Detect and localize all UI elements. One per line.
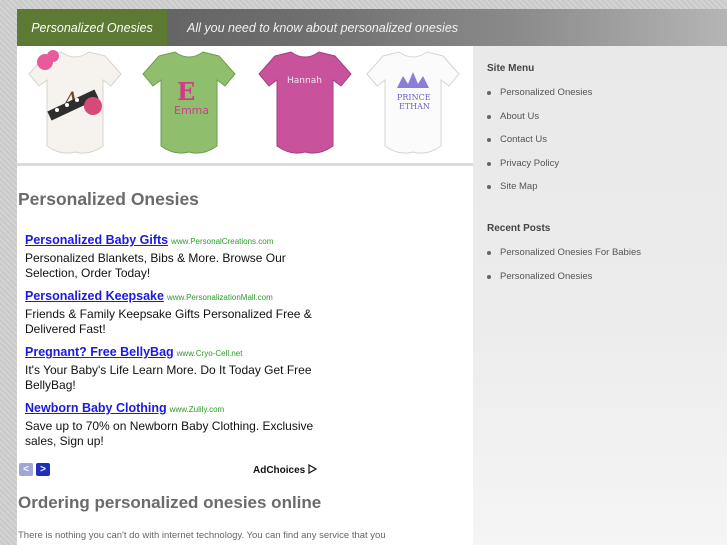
ad-url[interactable]: www.PersonalizationMall.com bbox=[167, 293, 273, 302]
ad-title-link[interactable]: Pregnant? Free BellyBag bbox=[25, 345, 174, 359]
onesie-pink-image: Hannah bbox=[258, 51, 352, 154]
page-title: Personalized Onesies bbox=[18, 189, 199, 209]
site-menu-item[interactable]: Contact Us bbox=[487, 133, 592, 157]
site-menu-list: Personalized Onesies About Us Contact Us… bbox=[487, 86, 592, 204]
article-paragraph: There is nothing you can't do with inter… bbox=[18, 530, 386, 541]
ad-prev-button[interactable]: < bbox=[19, 463, 33, 476]
ad-navigation: < > bbox=[19, 463, 50, 476]
site-tagline: All you need to know about personalized … bbox=[187, 20, 459, 35]
ad-block: Personalized Baby Gifts www.PersonalCreat… bbox=[25, 232, 325, 456]
site-menu-item[interactable]: Personalized Onesies bbox=[487, 86, 592, 110]
bullet-icon bbox=[487, 114, 491, 119]
adchoices-link[interactable]: AdChoices bbox=[253, 463, 318, 476]
recent-posts-heading: Recent Posts bbox=[487, 223, 551, 234]
onesie-white-bow-image: A bbox=[28, 50, 122, 154]
page: Personalized Onesies All you need to kno… bbox=[17, 9, 727, 545]
recent-post-item[interactable]: Personalized Onesies For Babies bbox=[487, 246, 641, 270]
header-banner-image: A E Emma Hannah PRINCE ETHAN bbox=[17, 46, 473, 166]
onesie-name-ethan: ETHAN bbox=[399, 102, 430, 111]
ad-next-button[interactable]: > bbox=[36, 463, 50, 476]
onesie-word-prince: PRINCE bbox=[397, 93, 431, 102]
site-menu-item[interactable]: Privacy Policy bbox=[487, 157, 592, 181]
ad-item: Pregnant? Free BellyBag www.Cryo-Cell.net… bbox=[25, 344, 325, 393]
ad-description: Personalized Blankets, Bibs & More. Brow… bbox=[25, 251, 286, 280]
ad-item: Personalized Baby Gifts www.PersonalCreat… bbox=[25, 232, 325, 281]
ad-title-link[interactable]: Personalized Keepsake bbox=[25, 289, 164, 303]
bullet-icon bbox=[487, 161, 491, 166]
ad-url[interactable]: www.PersonalCreations.com bbox=[171, 237, 273, 246]
ad-title-link[interactable]: Newborn Baby Clothing bbox=[25, 401, 167, 415]
bullet-icon bbox=[487, 91, 491, 95]
adchoices-icon bbox=[308, 463, 318, 475]
bullet-icon bbox=[487, 185, 491, 189]
ad-item: Personalized Keepsake www.Personalization… bbox=[25, 288, 325, 337]
ad-url[interactable]: www.Zulily.com bbox=[170, 405, 225, 414]
onesie-green-image: E Emma bbox=[142, 51, 236, 154]
bullet-icon bbox=[487, 274, 491, 279]
onesie-name-emma: Emma bbox=[174, 104, 209, 117]
onesie-white-crown-image: PRINCE ETHAN bbox=[366, 51, 460, 154]
onesie-letter-e: E bbox=[177, 77, 195, 106]
site-menu-item[interactable]: Site Map bbox=[487, 180, 592, 204]
site-title-link[interactable]: Personalized Onesies bbox=[17, 9, 167, 46]
onesie-name-hannah: Hannah bbox=[287, 76, 322, 86]
bullet-icon bbox=[487, 251, 491, 255]
bullet-icon bbox=[487, 138, 491, 142]
site-header: Personalized Onesies All you need to kno… bbox=[17, 9, 727, 46]
sidebar: Site Menu Personalized Onesies About Us … bbox=[473, 46, 727, 545]
ad-description: Save up to 70% on Newborn Baby Clothing.… bbox=[25, 419, 314, 448]
adchoices-label: AdChoices bbox=[253, 465, 306, 476]
ad-description: Friends & Family Keepsake Gifts Personal… bbox=[25, 307, 312, 336]
ad-description: It's Your Baby's Life Learn More. Do It … bbox=[25, 363, 312, 392]
recent-post-item[interactable]: Personalized Onesies bbox=[487, 270, 641, 294]
section-heading: Ordering personalized onesies online bbox=[18, 493, 322, 512]
recent-posts-list: Personalized Onesies For Babies Personal… bbox=[487, 246, 641, 293]
site-menu-heading: Site Menu bbox=[487, 63, 535, 74]
ad-item: Newborn Baby Clothing www.Zulily.com Save… bbox=[25, 400, 325, 449]
ad-title-link[interactable]: Personalized Baby Gifts bbox=[25, 233, 168, 247]
site-menu-item[interactable]: About Us bbox=[487, 110, 592, 134]
ad-url[interactable]: www.Cryo-Cell.net bbox=[177, 349, 243, 358]
